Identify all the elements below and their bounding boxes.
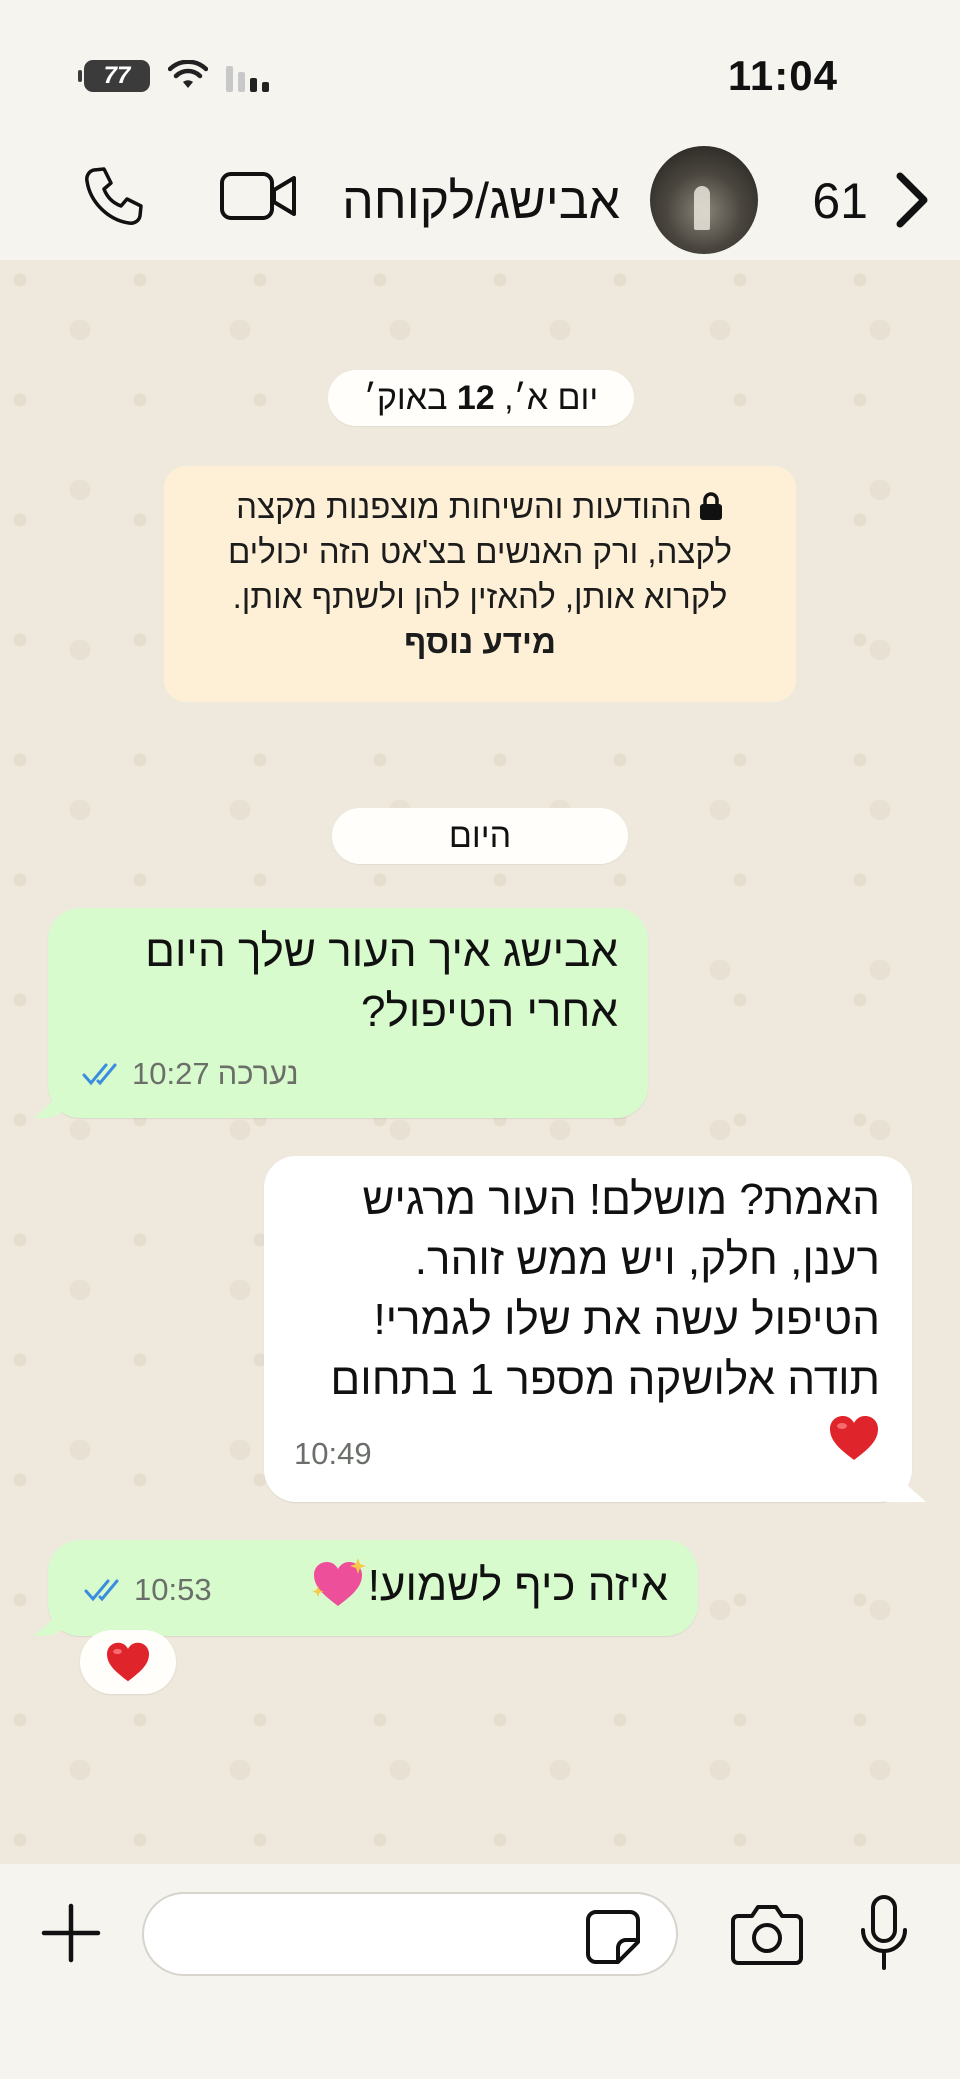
message-text-wrap: האמת? מושלם! העור מרגיש רענן, חלק, ויש מ… <box>296 1170 880 1470</box>
lock-icon <box>699 492 722 520</box>
sticker-icon[interactable] <box>584 1908 642 1966</box>
message-reaction[interactable] <box>80 1630 176 1694</box>
red-heart-icon <box>107 1642 149 1682</box>
date-month: באוק׳ <box>363 379 457 417</box>
chat-header: אבישג/לקוחה 61 <box>0 140 960 260</box>
date-chip: יום א׳, 12 באוק׳ <box>328 370 634 426</box>
incoming-message[interactable]: האמת? מושלם! העור מרגיש רענן, חלק, ויש מ… <box>264 1156 912 1502</box>
message-meta: 10:49 <box>294 1424 372 1484</box>
unread-count-badge[interactable]: 61 <box>812 172 868 230</box>
status-bar: 77 11:04 <box>0 0 960 140</box>
input-bar <box>0 1864 960 2079</box>
wifi-icon <box>168 60 208 88</box>
date-day: 12 <box>456 379 495 417</box>
message-meta: 10:53 <box>84 1560 212 1620</box>
contact-name[interactable]: אבישג/לקוחה <box>342 172 620 230</box>
message-time: 10:53 <box>134 1572 212 1607</box>
message-text: האמת? מושלם! העור מרגיש רענן, חלק, ויש מ… <box>330 1175 880 1404</box>
camera-icon[interactable] <box>730 1900 804 1966</box>
video-call-icon[interactable] <box>220 168 298 224</box>
encryption-text: ההודעות והשיחות מוצפנות מקצה לקצה, ורק ה… <box>227 488 733 615</box>
date-prefix: יום א׳, <box>494 379 599 417</box>
encryption-notice[interactable]: ההודעות והשיחות מוצפנות מקצה לקצה, ורק ה… <box>164 466 796 702</box>
avatar[interactable] <box>650 146 758 254</box>
plus-icon[interactable] <box>38 1900 104 1966</box>
read-ticks-icon <box>82 1063 117 1086</box>
message-text: איזה כיף לשמוע! <box>367 1561 668 1610</box>
outgoing-message[interactable]: איזה כיף לשמוע! 10:53 <box>48 1540 698 1636</box>
outgoing-message[interactable]: אבישג איך העור שלך היום אחרי הטיפול? 10:… <box>48 908 648 1118</box>
chat-area[interactable]: יום א׳, 12 באוק׳ ההודעות והשיחות מוצפנות… <box>0 260 960 1864</box>
message-time: 10:49 <box>294 1436 372 1471</box>
status-time: 11:04 <box>727 52 838 99</box>
battery-level: 77 <box>103 62 131 89</box>
red-heart-icon <box>830 1416 878 1460</box>
battery-icon: 77 <box>78 60 150 92</box>
voice-call-icon[interactable] <box>80 164 146 230</box>
edited-label: נערכה <box>217 1056 299 1091</box>
message-meta: 10:27 נערכה <box>82 1044 299 1104</box>
learn-more-link[interactable]: מידע נוסף <box>404 623 556 660</box>
date-chip-today: היום <box>332 808 628 864</box>
message-text: אבישג איך העור שלך היום אחרי הטיפול? <box>145 927 618 1036</box>
microphone-icon[interactable] <box>858 1894 910 1972</box>
cellular-signal-icon <box>226 66 269 92</box>
message-time: 10:27 <box>132 1056 210 1091</box>
read-ticks-icon <box>84 1579 119 1602</box>
back-chevron-icon[interactable] <box>892 170 932 230</box>
sparkling-heart-icon <box>312 1558 366 1606</box>
